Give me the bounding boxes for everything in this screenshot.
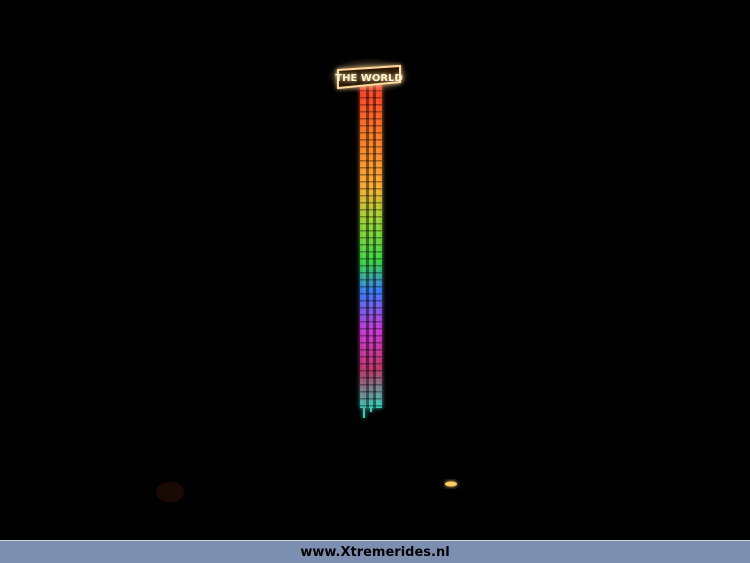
lattice-band: [360, 146, 382, 148]
lattice-band: [360, 188, 382, 190]
lattice-band: [360, 321, 382, 323]
ground-light: [445, 481, 457, 487]
lattice-band: [360, 286, 382, 288]
lattice-band: [360, 132, 382, 134]
lattice-band: [360, 216, 382, 218]
lattice-band: [360, 174, 382, 176]
lattice-band: [360, 223, 382, 225]
night-photo: THE WORLD: [0, 0, 750, 540]
lattice-band: [360, 279, 382, 281]
lattice-band: [360, 356, 382, 358]
lattice-band: [360, 258, 382, 260]
lattice-band: [360, 167, 382, 169]
lattice-band: [360, 209, 382, 211]
lattice-band: [360, 111, 382, 113]
watermark-text: www.Xtremerides.nl: [300, 544, 450, 560]
lattice-band: [360, 405, 382, 407]
sign-text: THE WORLD: [335, 73, 402, 84]
lattice-band: [360, 118, 382, 120]
lattice-band: [360, 384, 382, 386]
watermark-bar: www.Xtremerides.nl: [0, 540, 750, 563]
lattice-band: [360, 391, 382, 393]
lattice-band: [360, 97, 382, 99]
lattice-band: [360, 230, 382, 232]
lattice-band: [360, 251, 382, 253]
lattice-band: [360, 139, 382, 141]
lattice-band: [360, 153, 382, 155]
lattice-band: [360, 349, 382, 351]
lattice-band: [360, 342, 382, 344]
lattice-band: [360, 181, 382, 183]
lattice-band: [360, 335, 382, 337]
lattice-band: [360, 398, 382, 400]
lattice-band: [360, 328, 382, 330]
lattice-band: [360, 377, 382, 379]
lattice-band: [360, 125, 382, 127]
lattice-band: [360, 300, 382, 302]
lattice-band: [360, 195, 382, 197]
lattice-band: [360, 363, 382, 365]
lattice-band: [360, 370, 382, 372]
lattice-band: [360, 244, 382, 246]
lattice-band: [360, 202, 382, 204]
lattice-band: [360, 265, 382, 267]
lattice-band: [360, 272, 382, 274]
lattice-band: [360, 293, 382, 295]
lattice-band: [360, 307, 382, 309]
lattice-band: [360, 104, 382, 106]
dark-shape: [156, 482, 184, 502]
tower-illustration: THE WORLD: [156, 58, 457, 502]
lattice-band: [360, 160, 382, 162]
lattice-band: [360, 237, 382, 239]
lattice-band: [360, 314, 382, 316]
tower-sign: THE WORLD: [327, 58, 411, 94]
